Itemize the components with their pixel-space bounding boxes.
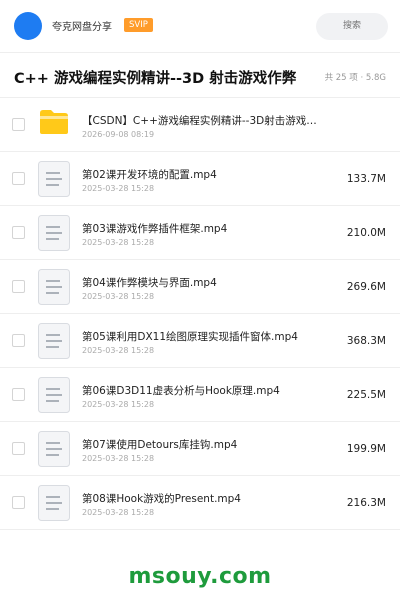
select-checkbox[interactable] <box>12 496 25 509</box>
file-size: 210.0M <box>346 227 386 239</box>
select-checkbox[interactable] <box>12 118 25 131</box>
title-bar: C++ 游戏编程实例精讲--3D 射击游戏作弊 共 25 项 · 5.8G <box>0 52 400 98</box>
file-name[interactable]: 第05课利用DX11绘图原理实现插件窗体.mp4 <box>82 329 322 344</box>
user-name: 夸克网盘分享 <box>52 22 112 33</box>
folder-icon <box>39 109 69 135</box>
file-date: 2025-03-28 15:28 <box>82 184 155 193</box>
file-icon <box>38 377 70 413</box>
file-name[interactable]: 第07课使用Detours库挂钩.mp4 <box>82 437 322 452</box>
file-date: 2025-03-28 15:28 <box>82 400 155 409</box>
file-row[interactable]: 第04课作弊模块与界面.mp4 2025-03-28 15:28 269.6M <box>0 260 400 314</box>
select-checkbox[interactable] <box>12 226 25 239</box>
file-row[interactable]: 第03课游戏作弊插件框架.mp4 2025-03-28 15:28 210.0M <box>0 206 400 260</box>
select-checkbox[interactable] <box>12 172 25 185</box>
file-date: 2025-03-28 15:28 <box>82 346 155 355</box>
file-size: 199.9M <box>346 443 386 455</box>
file-icon <box>38 161 70 197</box>
page-title: C++ 游戏编程实例精讲--3D 射击游戏作弊 <box>14 71 297 87</box>
file-row[interactable]: 第07课使用Detours库挂钩.mp4 2025-03-28 15:28 199.… <box>0 422 400 476</box>
file-size: 225.5M <box>346 389 386 401</box>
file-icon <box>38 431 70 467</box>
file-name[interactable]: 第02课开发环境的配置.mp4 <box>82 167 322 182</box>
file-size: 269.6M <box>346 281 386 293</box>
file-list: 【CSDN】C++游戏编程实例精讲--3D射击游戏作弊 2026-09-08 08… <box>0 98 400 530</box>
file-size: 216.3M <box>346 497 386 509</box>
file-name[interactable]: 第08课Hook游戏的Present.mp4 <box>82 491 322 506</box>
file-name[interactable]: 第04课作弊模块与界面.mp4 <box>82 275 322 290</box>
file-icon <box>38 485 70 521</box>
file-icon <box>38 269 70 305</box>
file-size: 368.3M <box>346 335 386 347</box>
file-date: 2025-03-28 15:28 <box>82 238 155 247</box>
file-date: 2026-09-08 08:19 <box>82 130 155 139</box>
select-checkbox[interactable] <box>12 388 25 401</box>
file-size: 133.7M <box>346 173 386 185</box>
watermark: msouy.com <box>128 564 272 589</box>
select-checkbox[interactable] <box>12 442 25 455</box>
file-row[interactable]: 第08课Hook游戏的Present.mp4 2025-03-28 15:28 21… <box>0 476 400 530</box>
svip-badge: SVIP <box>124 18 153 32</box>
select-checkbox[interactable] <box>12 280 25 293</box>
file-icon <box>38 215 70 251</box>
file-name[interactable]: 【CSDN】C++游戏编程实例精讲--3D射击游戏作弊 <box>82 113 322 128</box>
file-icon <box>38 323 70 359</box>
search-input[interactable] <box>316 13 388 40</box>
folder-meta: 共 25 项 · 5.8G <box>324 73 386 83</box>
avatar[interactable] <box>14 12 42 40</box>
file-row[interactable]: 第06课D3D11虚表分析与Hook原理.mp4 2025-03-28 15:28… <box>0 368 400 422</box>
select-checkbox[interactable] <box>12 334 25 347</box>
file-date: 2025-03-28 15:28 <box>82 508 155 517</box>
header: 夸克网盘分享 SVIP <box>0 0 400 52</box>
file-row[interactable]: 第02课开发环境的配置.mp4 2025-03-28 15:28 133.7M <box>0 152 400 206</box>
file-date: 2025-03-28 15:28 <box>82 454 155 463</box>
file-date: 2025-03-28 15:28 <box>82 292 155 301</box>
file-row[interactable]: 【CSDN】C++游戏编程实例精讲--3D射击游戏作弊 2026-09-08 08… <box>0 98 400 152</box>
file-name[interactable]: 第03课游戏作弊插件框架.mp4 <box>82 221 322 236</box>
file-row[interactable]: 第05课利用DX11绘图原理实现插件窗体.mp4 2025-03-28 15:28… <box>0 314 400 368</box>
file-name[interactable]: 第06课D3D11虚表分析与Hook原理.mp4 <box>82 383 322 398</box>
